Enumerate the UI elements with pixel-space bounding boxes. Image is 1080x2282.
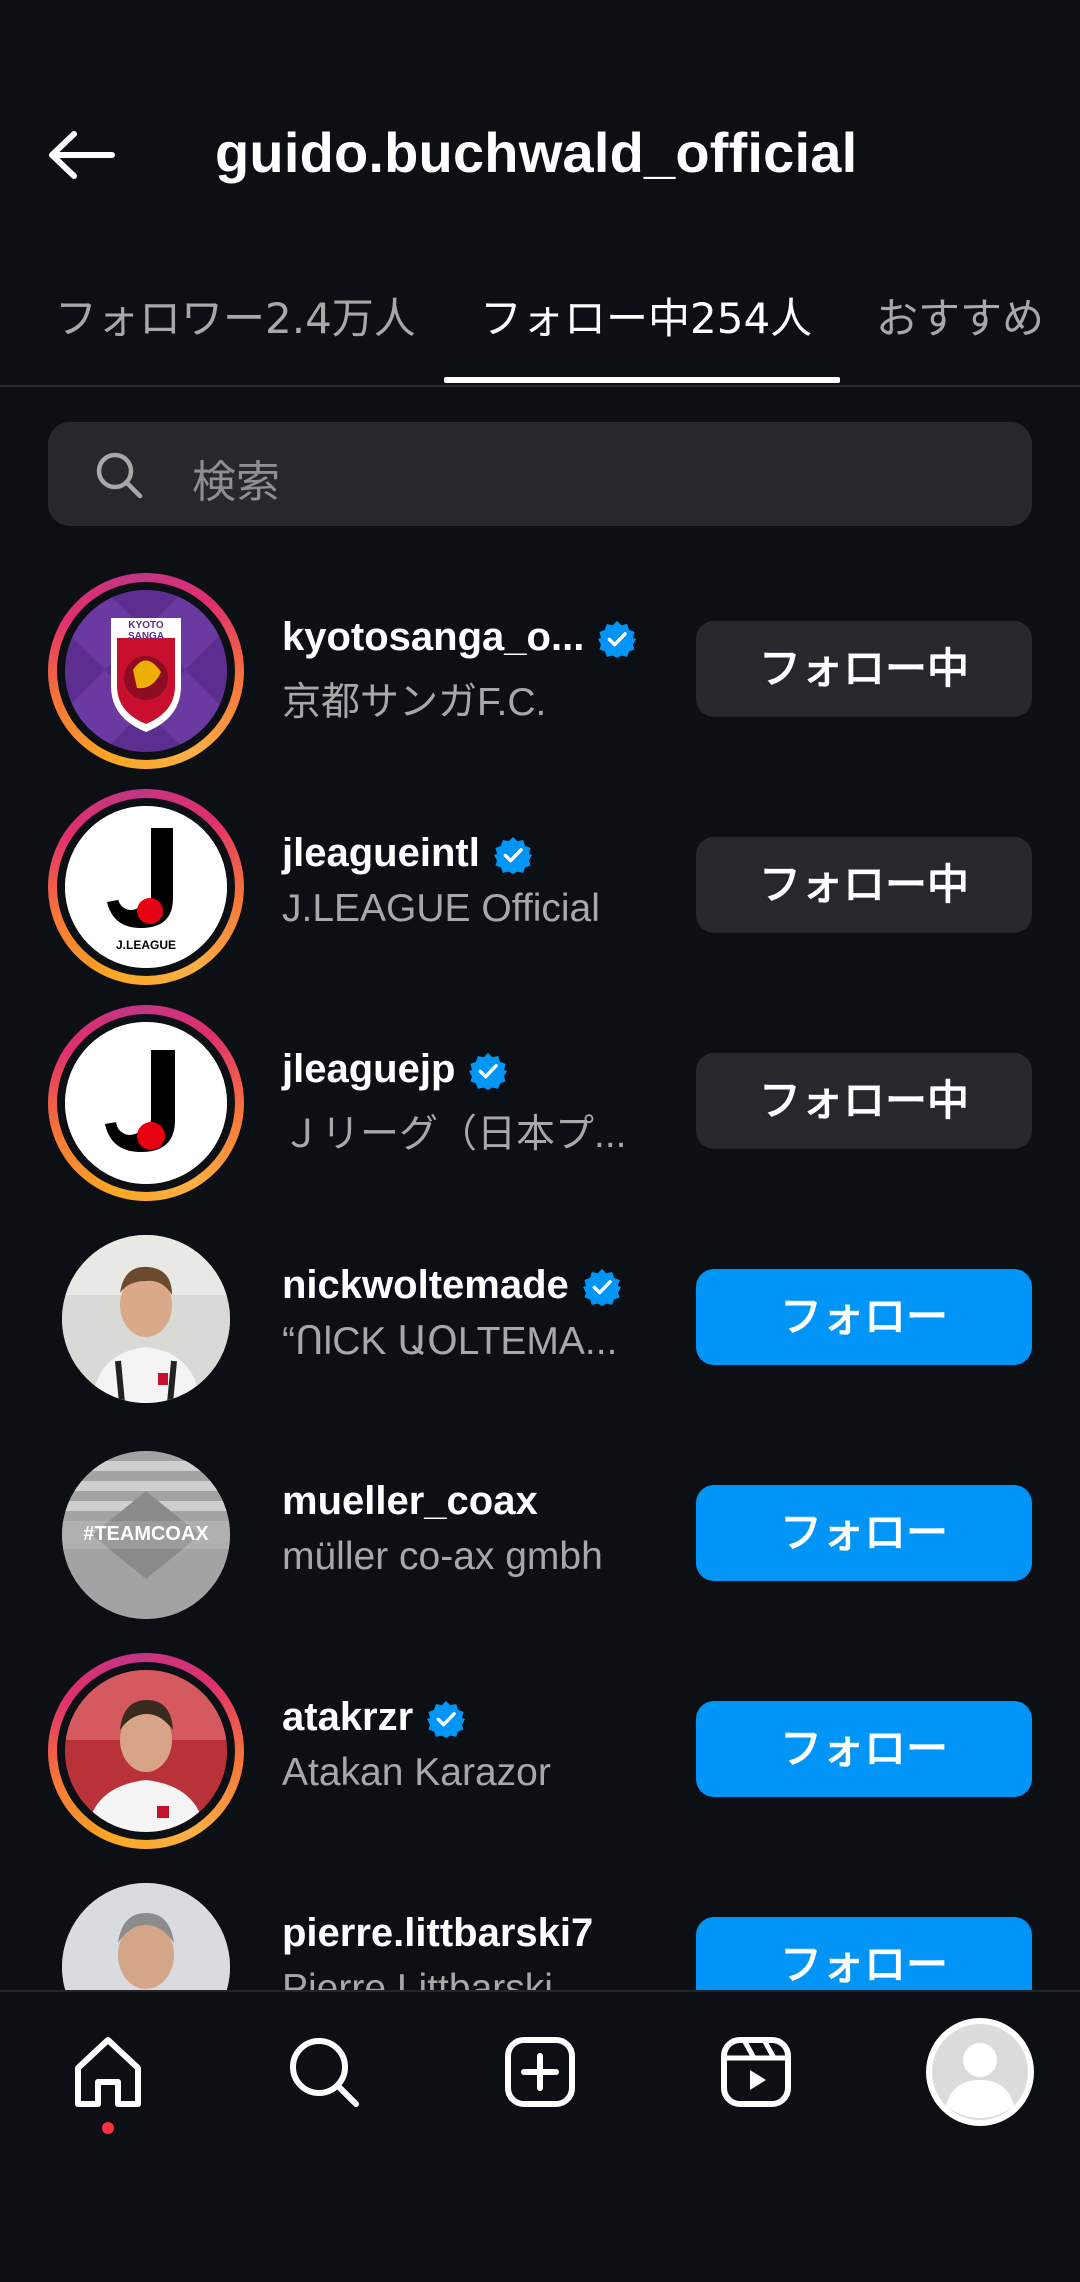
avatar[interactable] [48,1221,244,1417]
verified-badge-icon [493,836,532,875]
verified-badge-icon [598,620,637,659]
follow-button[interactable]: フォロー [696,1485,1032,1581]
list-item[interactable]: KYOTO SANGA kyotosanga_o... 京都サンガF.C. フォ… [0,563,1080,778]
list-item[interactable]: #TEAMCOAX mueller_coax müller co-ax gmbh… [0,1427,1080,1642]
avatar[interactable]: J.LEAGUE [48,789,244,985]
avatar[interactable]: KYOTO SANGA [48,573,244,769]
create-post-icon[interactable] [490,2022,590,2122]
kyoto-logo-text: KYOTO SANGA [127,620,165,642]
list-item[interactable]: jleaguejp Ｊリーグ（日本プ... フォロー中 [0,995,1080,1210]
tab-followers[interactable]: フォロワー2.4万人 [55,285,416,346]
tab-following[interactable]: フォロー中254人 [480,285,812,346]
verified-badge-icon [427,1700,466,1739]
account-username: mueller_coax [282,1479,538,1523]
jleague-logo-text: J.LEAGUE [115,938,176,952]
notification-dot-icon [102,2122,114,2134]
following-button[interactable]: フォロー中 [696,1053,1032,1149]
home-icon[interactable] [58,2022,158,2134]
follow-button[interactable]: フォロー [696,1701,1032,1797]
bottom-navigation [0,1990,1080,2282]
account-full-name: J.LEAGUE Official [282,887,600,930]
account-full-name: 京都サンガF.C. [282,681,547,724]
search-input[interactable]: 検索 [192,446,280,510]
account-username: jleaguejp [282,1047,508,1092]
following-button[interactable]: フォロー中 [696,837,1032,933]
account-username: jleagueintl [282,831,532,876]
list-item[interactable]: J.LEAGUE jleagueintl J.LEAGUE Official フ… [0,779,1080,994]
search-icon [92,448,146,502]
account-full-name: “ՈlCK ԱՕLTEMA... [282,1320,618,1363]
avatar[interactable]: #TEAMCOAX [48,1437,244,1633]
tab-suggested[interactable]: おすすめ [876,285,1044,346]
coax-logo-text: #TEAMCOAX [83,1523,209,1545]
search-nav-icon[interactable] [274,2022,374,2122]
active-tab-indicator [444,377,840,383]
list-item[interactable]: atakrzr Atakan Karazor フォロー [0,1643,1080,1858]
account-username: atakrzr [282,1695,466,1740]
account-full-name: Ｊリーグ（日本プ... [282,1113,627,1156]
account-full-name: Atakan Karazor [282,1751,551,1794]
account-username: kyotosanga_o... [282,615,637,660]
back-arrow-icon[interactable] [46,130,116,180]
reels-icon[interactable] [706,2022,806,2122]
avatar[interactable] [48,1653,244,1849]
follow-button[interactable]: フォロー [696,1269,1032,1365]
avatar[interactable] [48,1005,244,1201]
profile-username-title: guido.buchwald_official [215,121,858,184]
profile-avatar-icon[interactable] [922,2014,1038,2130]
verified-badge-icon [582,1268,621,1307]
account-username: nickwoltemade [282,1263,621,1308]
search-bar[interactable]: 検索 [48,422,1032,526]
list-item[interactable]: nickwoltemade “ՈlCK ԱՕLTEMA... フォロー [0,1211,1080,1426]
account-username: pierre.littbarski7 [282,1911,594,1955]
follow-tabs: フォロワー2.4万人 フォロー中254人 おすすめ [0,265,1080,387]
top-bar: guido.buchwald_official [0,100,1080,210]
account-full-name: müller co-ax gmbh [282,1535,603,1578]
following-button[interactable]: フォロー中 [696,621,1032,717]
verified-badge-icon [469,1052,508,1091]
